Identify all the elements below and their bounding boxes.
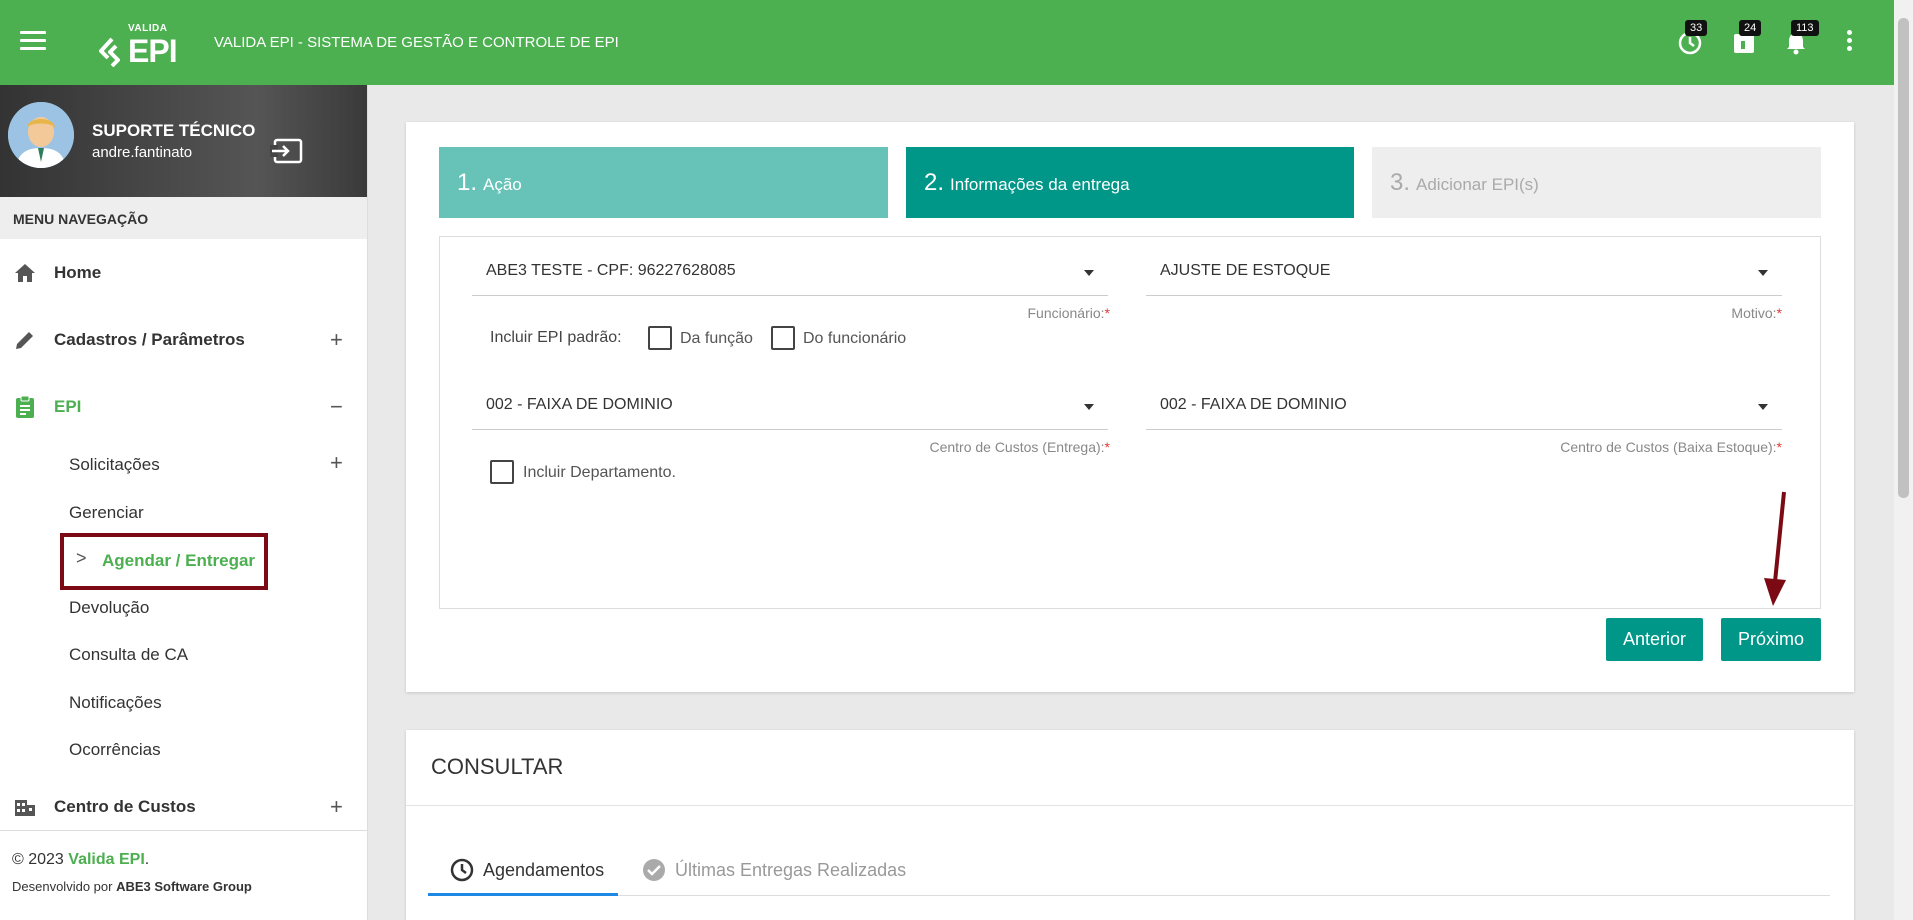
page-scrollbar[interactable] (1894, 0, 1913, 920)
profile-panel: SUPORTE TÉCNICO andre.fantinato (0, 85, 367, 197)
menu-heading: MENU NAVEGAÇÃO (0, 197, 367, 239)
step-number: 2. (924, 168, 945, 196)
funcionario-label: Funcionário:* (1027, 305, 1111, 321)
expand-icon[interactable]: + (330, 794, 343, 820)
da-funcao-checkbox[interactable] (648, 326, 672, 350)
consultar-title: CONSULTAR (431, 754, 564, 779)
profile-username: andre.fantinato (92, 144, 193, 161)
dropdown-arrow-icon (1758, 270, 1768, 276)
step-label: Ação (483, 174, 522, 194)
consultar-card (406, 730, 1854, 920)
cc-baixa-label: Centro de Custos (Baixa Estoque):* (1560, 439, 1782, 455)
do-funcionario-label[interactable]: Do funcionário (803, 330, 906, 348)
home-icon (15, 264, 35, 282)
clipboard-icon (16, 395, 34, 418)
chevron-right-icon: > (76, 548, 87, 568)
sidebar-footer: © 2023 Valida EPI. Desenvolvido por ABE3… (0, 830, 367, 920)
cc-baixa-value: 002 - FAIXA DE DOMINIO (1160, 396, 1347, 413)
tab-label: Últimas Entregas Realizadas (675, 859, 907, 880)
funcionario-select[interactable]: ABE3 TESTE - CPF: 96227628085 (472, 236, 1108, 296)
hamburger-menu-icon[interactable] (20, 31, 46, 51)
da-funcao-label[interactable]: Da função (680, 330, 753, 348)
nav-consulta-ca[interactable]: Consulta de CA (69, 645, 188, 665)
pencil-icon (16, 332, 33, 349)
clock-badge: 33 (1685, 20, 1708, 36)
calendar-button[interactable]: 24 (1731, 20, 1762, 56)
nav-epi-label: EPI (54, 397, 82, 416)
dropdown-arrow-icon (1084, 404, 1094, 410)
nav-centro-custos[interactable]: Centro de Custos + (0, 782, 367, 832)
logout-icon[interactable] (270, 137, 304, 165)
nav-home[interactable]: Home (0, 248, 367, 298)
step-1-acao[interactable]: 1. Ação (439, 147, 888, 218)
tabs-divider (428, 895, 1830, 896)
nav-ocorrencias[interactable]: Ocorrências (69, 740, 161, 760)
history-button[interactable]: 33 (1677, 20, 1708, 56)
avatar (8, 102, 74, 168)
notifications-button[interactable]: 113 (1783, 20, 1819, 56)
more-options-icon[interactable] (1845, 30, 1853, 54)
developer-credit: Desenvolvido por ABE3 Software Group (12, 879, 252, 894)
incluir-departamento-checkbox[interactable] (490, 460, 514, 484)
step-label: Informações da entrega (950, 174, 1130, 194)
tab-label: Agendamentos (483, 859, 605, 880)
cc-entrega-label: Centro de Custos (Entrega):* (929, 439, 1110, 455)
app-title: VALIDA EPI - SISTEMA DE GESTÃO E CONTROL… (214, 34, 619, 51)
motivo-label: Motivo:* (1731, 305, 1782, 321)
nav-agendar-entregar[interactable]: Agendar / Entregar (102, 551, 255, 571)
do-funcionario-checkbox[interactable] (771, 326, 795, 350)
expand-icon[interactable]: + (330, 450, 343, 476)
footer-brand-link[interactable]: Valida EPI (68, 851, 144, 868)
motivo-select[interactable]: AJUSTE DE ESTOQUE (1146, 236, 1782, 296)
tab-agendamentos[interactable]: Agendamentos (449, 857, 604, 883)
cc-entrega-select[interactable]: 002 - FAIXA DE DOMINIO (472, 370, 1108, 430)
dropdown-arrow-icon (1758, 404, 1768, 410)
bell-badge: 113 (1791, 20, 1819, 36)
nav-devolucao[interactable]: Devolução (69, 598, 149, 618)
nav-solicitacoes[interactable]: Solicitações (69, 455, 160, 475)
step-number: 3. (1390, 168, 1411, 196)
incluir-departamento-label[interactable]: Incluir Departamento. (523, 464, 676, 482)
step-3-adicionar-epi[interactable]: 3. Adicionar EPI(s) (1372, 147, 1821, 218)
clock-icon (450, 858, 474, 882)
dropdown-arrow-icon (1084, 270, 1094, 276)
profile-name: SUPORTE TÉCNICO (92, 121, 256, 140)
include-epi-label: Incluir EPI padrão: (490, 329, 622, 346)
nav-cadastros-label: Cadastros / Parâmetros (54, 330, 245, 349)
motivo-value: AJUSTE DE ESTOQUE (1160, 262, 1331, 279)
proximo-button[interactable]: Próximo (1721, 618, 1821, 661)
funcionario-value: ABE3 TESTE - CPF: 96227628085 (486, 262, 736, 279)
copyright: © 2023 Valida EPI. (12, 851, 150, 868)
step-number: 1. (457, 168, 478, 196)
step-label: Adicionar EPI(s) (1416, 174, 1539, 194)
building-icon (15, 800, 35, 816)
expand-icon[interactable]: + (330, 327, 343, 353)
cc-baixa-select[interactable]: 002 - FAIXA DE DOMINIO (1146, 370, 1782, 430)
nav-notificacoes[interactable]: Notificações (69, 693, 162, 713)
annotation-arrow-icon (1764, 491, 1786, 606)
nav-cadastros[interactable]: Cadastros / Parâmetros + (0, 315, 367, 365)
calendar-badge: 24 (1739, 20, 1762, 36)
tab-ultimas-entregas[interactable]: Últimas Entregas Realizadas (641, 857, 906, 883)
nav-centro-custos-label: Centro de Custos (54, 797, 196, 816)
anterior-button[interactable]: Anterior (1606, 618, 1703, 661)
nav-epi[interactable]: EPI − (0, 382, 367, 432)
step-2-informacoes[interactable]: 2. Informações da entrega (906, 147, 1354, 218)
top-app-bar: VALIDA EPI VALIDA EPI - SISTEMA DE GESTÃ… (0, 0, 1894, 85)
nav-gerenciar[interactable]: Gerenciar (69, 503, 144, 523)
active-tab-indicator (428, 893, 618, 896)
user-avatar-icon (8, 102, 74, 168)
cc-entrega-value: 002 - FAIXA DE DOMINIO (486, 396, 673, 413)
check-circle-icon (643, 859, 665, 881)
logo-big-text: EPI (128, 33, 178, 69)
app-logo[interactable]: VALIDA EPI (98, 24, 178, 69)
nav-home-label: Home (54, 263, 102, 282)
divider (406, 805, 1853, 806)
collapse-icon[interactable]: − (330, 394, 343, 420)
logo-mark-icon (99, 37, 120, 67)
scrollbar-thumb[interactable] (1898, 18, 1909, 498)
